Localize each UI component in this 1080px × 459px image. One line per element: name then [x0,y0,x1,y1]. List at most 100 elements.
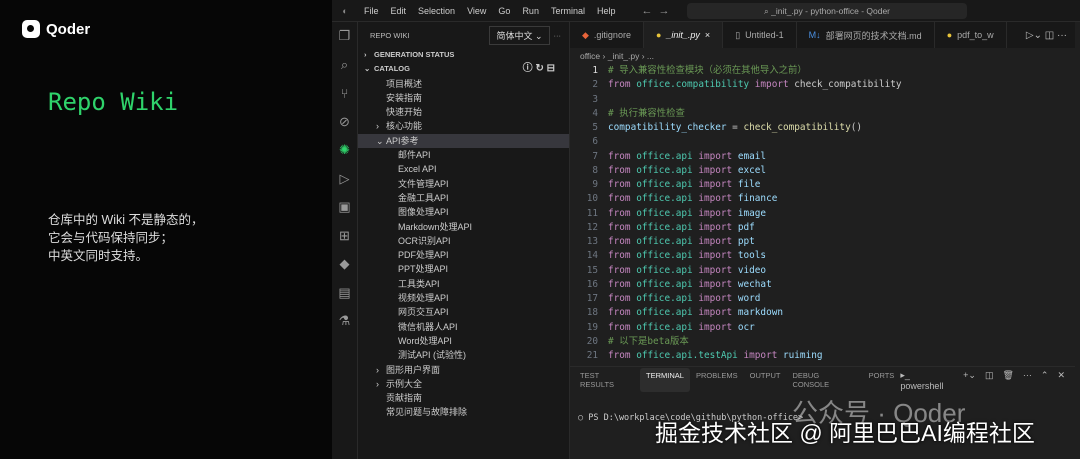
command-search[interactable]: ⌕ _init_.py - python-office - Qoder [687,3,967,19]
close-icon[interactable]: ✕ [1057,370,1065,391]
code-line[interactable]: 8 from office.api import excel [570,164,1075,178]
code-token: import [692,236,738,247]
code-line[interactable]: 4 # 执行兼容性检查 [570,107,1075,121]
language-select[interactable]: 简体中文 ⌄ [489,25,550,45]
catalog-item[interactable]: 快速开始 [358,105,569,119]
terminal-shell[interactable]: ▸_ powershell [900,370,954,391]
catalog-item[interactable]: 金融工具API [358,191,569,205]
code-line[interactable]: 2 from office.compatibility import check_… [570,78,1075,92]
extensions-icon[interactable]: ⊞ [332,222,357,251]
tab-3[interactable]: M↓ 部署网页的技术文档.md [797,22,935,48]
code-line[interactable]: 6 [570,135,1075,149]
code-line[interactable]: 11 from office.api import image [570,207,1075,221]
python-icon[interactable]: ◆ [332,250,357,279]
code-token: office.api [636,321,693,333]
catalog-item[interactable]: ⌄ API参考 [358,133,569,149]
menu-file[interactable]: File [358,6,385,16]
catalog-item[interactable]: 图像处理API [358,205,569,219]
catalog-item[interactable]: 工具类API [358,277,569,291]
panel-tab-ports[interactable]: PORTS [863,368,901,392]
code-line[interactable]: 15 from office.api import video [570,264,1075,278]
maximize-icon[interactable]: ⌃ [1041,370,1049,391]
menu-terminal[interactable]: Terminal [545,6,591,16]
code-line[interactable]: 19 from office.api import ocr [570,321,1075,335]
catalog-item[interactable]: 邮件API [358,148,569,162]
repo-wiki-icon[interactable]: ✺ [332,136,357,165]
menu-help[interactable]: Help [591,6,622,16]
catalog-item-label: 工具类API [398,278,440,289]
code-line[interactable]: 16 from office.api import wechat [570,278,1075,292]
add-terminal-icon[interactable]: +⌄ [963,370,976,391]
code-token: from [608,264,637,276]
more-icon[interactable]: ··· [1023,370,1032,391]
compass-icon[interactable]: ⊘ [332,108,357,137]
catalog-item[interactable]: › 图形用户界面 [358,363,569,377]
panel-tab-test-results[interactable]: TEST RESULTS [574,368,640,392]
catalog-item[interactable]: 安装指南 [358,91,569,105]
menu-run[interactable]: Run [516,6,545,16]
catalog-item[interactable]: OCR识别API [358,234,569,248]
catalog-item[interactable]: 网页交互API [358,305,569,319]
catalog-item[interactable]: 文件管理API [358,177,569,191]
close-icon[interactable]: × [705,30,710,40]
code-line[interactable]: 18 from office.api import markdown [570,306,1075,320]
catalog-item[interactable]: Markdown处理API [358,220,569,234]
code-line[interactable]: 20 # 以下是beta版本 [570,335,1075,349]
run-debug-icon[interactable]: ▷ [332,165,357,194]
panel-tab-debug-console[interactable]: DEBUG CONSOLE [787,368,863,392]
tab-0[interactable]: ◆ .gitignore [570,22,644,48]
code-line[interactable]: 10 from office.api import finance [570,192,1075,206]
split-icon[interactable]: ◫ [985,370,994,391]
code-line[interactable]: 14 from office.api import tools [570,249,1075,263]
menu-selection[interactable]: Selection [412,6,461,16]
code-line[interactable]: 17 from office.api import word [570,292,1075,306]
line-number: 15 [586,264,598,276]
catalog-item[interactable]: PPT处理API [358,262,569,276]
menu-go[interactable]: Go [492,6,516,16]
testing-icon[interactable]: ⚗ [332,307,357,336]
catalog-item[interactable]: Excel API [358,162,569,176]
menu-edit[interactable]: Edit [385,6,413,16]
code-line[interactable]: 5 compatibility_checker = check_compatibi… [570,121,1075,135]
catalog-item[interactable]: 视频处理API [358,291,569,305]
trash-icon[interactable]: 🗑 [1002,370,1013,391]
catalog-item[interactable]: ⌄ CATALOG ⓘ ↻ ⊟ [358,62,569,76]
tab-2[interactable]: ▯ Untitled-1 [723,22,797,48]
catalog-item[interactable]: › GENERATION STATUS [358,48,569,62]
nav-arrows-icon[interactable]: ←→ [641,5,675,17]
catalog-item[interactable]: 测试API (试验性) [358,348,569,362]
code-line[interactable]: 3 [570,93,1075,107]
source-control-icon[interactable]: ⑂ [332,79,357,108]
tab-4[interactable]: ● pdf_to_w [935,22,1007,48]
tab-1[interactable]: ● _init_.py × [643,22,724,48]
editor-actions[interactable]: ▷⌄ ◫ ··· [1026,22,1075,48]
catalog-item[interactable]: Word处理API [358,334,569,348]
remote-icon[interactable]: ▣ [332,193,357,222]
catalog-item[interactable]: 常见问题与故障排除 [358,405,569,419]
catalog-item[interactable]: › 示例大全 [358,377,569,391]
catalog-actions-icon[interactable]: ⓘ ↻ ⊟ [523,62,555,76]
code-editor[interactable]: 1 # 导入兼容性检查模块（必须在其他导入之前） 2 from office.comp… [570,64,1075,363]
code-line[interactable]: 1 # 导入兼容性检查模块（必须在其他导入之前） [570,64,1075,78]
catalog-item[interactable]: 贡献指南 [358,391,569,405]
catalog-item[interactable]: PDF处理API [358,248,569,262]
catalog-item[interactable]: › 核心功能 [358,119,569,133]
notes-icon[interactable]: ▤ [332,279,357,308]
code-line[interactable]: 9 from office.api import file [570,178,1075,192]
code-line[interactable]: 21 from office.api.testApi import ruiming [570,349,1075,363]
menu-view[interactable]: View [461,6,492,16]
more-icon[interactable]: ··· [554,31,562,40]
panel-tab-problems[interactable]: PROBLEMS [690,368,744,392]
panel-tab-terminal[interactable]: TERMINAL [640,368,690,392]
explorer-icon[interactable]: ❐ [332,22,357,51]
line-number: 9 [592,179,598,190]
code-line[interactable]: 7 from office.api import email [570,150,1075,164]
breadcrumb[interactable]: office › _init_.py › ... [570,48,1075,64]
code-line[interactable]: 12 from office.api import pdf [570,221,1075,235]
catalog-item[interactable]: 微信机器人API [358,320,569,334]
panel-tab-output[interactable]: OUTPUT [744,368,787,392]
chevron-right-icon: › [376,364,379,375]
search-icon[interactable]: ⌕ [332,51,357,80]
catalog-item[interactable]: 项目概述 [358,77,569,91]
code-line[interactable]: 13 from office.api import ppt [570,235,1075,249]
